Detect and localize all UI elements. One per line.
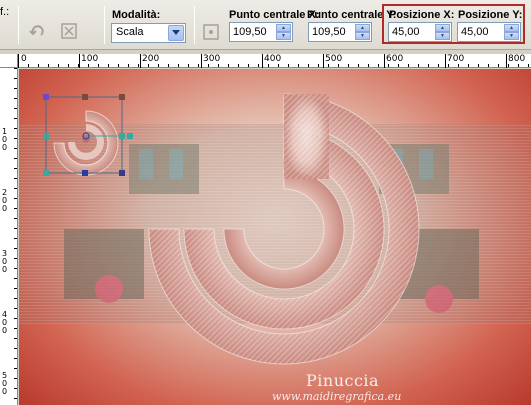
ruler-label: 400 — [264, 54, 282, 64]
rotate-arrow-icon[interactable] — [27, 20, 49, 42]
separator — [18, 6, 19, 44]
ruler-label: 1 0 0 — [2, 127, 8, 152]
ruler-label: 200 — [142, 54, 160, 64]
center-x-input[interactable] — [230, 23, 274, 41]
spin-down-icon[interactable]: ▼ — [504, 32, 519, 40]
ruler-major-tick — [506, 54, 507, 68]
ruler-label: 4 0 0 — [2, 310, 8, 335]
ruler-major-tick — [201, 54, 202, 68]
canvas-artwork — [43, 93, 479, 365]
large-ring-artwork — [148, 93, 420, 365]
spin-up-icon[interactable]: ▲ — [276, 24, 291, 32]
position-x-label: Posizione X: — [389, 9, 455, 21]
ruler-label: 800 — [508, 54, 526, 64]
position-x-spin-buttons[interactable]: ▲ ▼ — [435, 24, 450, 40]
spin-down-icon[interactable]: ▼ — [435, 32, 450, 40]
ruler-label: 300 — [203, 54, 221, 64]
ruler-major-tick — [140, 54, 141, 68]
center-x-spin-buttons[interactable]: ▲ ▼ — [276, 24, 291, 40]
center-y-spin-buttons[interactable]: ▲ ▼ — [355, 24, 370, 40]
ruler-label: 700 — [447, 54, 465, 64]
reset-icon[interactable] — [58, 20, 80, 42]
position-y-input[interactable] — [458, 23, 502, 41]
spin-up-icon[interactable]: ▲ — [435, 24, 450, 32]
center-y-input[interactable] — [309, 23, 353, 41]
truncated-label: f.: — [0, 6, 10, 18]
spin-up-icon[interactable]: ▲ — [355, 24, 370, 32]
ruler-label: 2 0 0 — [2, 188, 8, 213]
center-x-spinner[interactable]: ▲▼ — [229, 22, 293, 42]
spin-up-icon[interactable]: ▲ — [504, 24, 519, 32]
watermark-url: www.maidiregrafica.eu — [272, 390, 402, 403]
position-y-spin-buttons[interactable]: ▲ ▼ — [504, 24, 519, 40]
vertical-ruler[interactable]: 1 0 0 2 0 0 3 0 0 4 0 0 5 0 0 — [0, 68, 18, 405]
position-y-spinner[interactable]: ▲▼ — [457, 22, 521, 42]
ruler-label: 0 — [21, 54, 27, 64]
mode-label: Modalità: — [112, 9, 161, 21]
ruler-major-tick — [262, 54, 263, 68]
ruler-major-tick — [79, 54, 80, 68]
spin-down-icon[interactable]: ▼ — [276, 32, 291, 40]
transform-handles — [43, 94, 133, 176]
position-y-label: Posizione Y: — [458, 9, 523, 21]
mode-value: Scala — [116, 26, 144, 38]
ruler-corner — [0, 54, 18, 68]
ruler-label: 100 — [81, 54, 99, 64]
ruler-major-tick — [445, 54, 446, 68]
ruler-label: 3 0 0 — [2, 249, 8, 274]
center-y-spinner[interactable]: ▲▼ — [308, 22, 372, 42]
selected-small-ring — [53, 110, 119, 176]
mode-select[interactable]: Scala — [111, 23, 186, 43]
center-x-label: Punto centrale X: — [229, 9, 320, 21]
ruler-major-tick — [323, 54, 324, 68]
tool-options-toolbar: f.: Modalità: Scala Punto centrale X: ▲▼… — [0, 0, 531, 50]
image-canvas[interactable]: Pinuccia www.maidiregrafica.eu — [19, 69, 531, 405]
watermark-name: Pinuccia — [306, 371, 380, 390]
position-x-spinner[interactable]: ▲▼ — [388, 22, 452, 42]
ruler-label: 600 — [386, 54, 404, 64]
separator — [104, 6, 105, 44]
center-point-icon[interactable] — [200, 21, 222, 43]
horizontal-ruler[interactable]: 0 100 200 300 400 500 600 700 800 — [18, 54, 531, 68]
position-x-input[interactable] — [389, 23, 433, 41]
separator — [194, 6, 195, 44]
spin-down-icon[interactable]: ▼ — [355, 32, 370, 40]
ruler-label: 500 — [325, 54, 343, 64]
chevron-down-icon[interactable] — [168, 25, 184, 41]
ruler-label: 5 0 0 — [2, 371, 8, 396]
ruler-major-tick — [18, 54, 19, 68]
ruler-major-tick — [384, 54, 385, 68]
